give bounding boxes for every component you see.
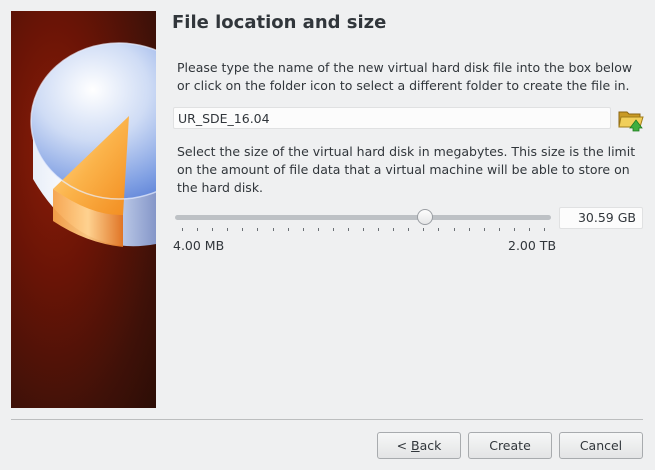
- slider-tick: [378, 228, 379, 231]
- hard-disk-graphic: [30, 42, 156, 247]
- size-max-label: 2.00 TB: [508, 238, 557, 253]
- choose-folder-button[interactable]: [617, 106, 645, 132]
- slider-tick: [393, 228, 394, 231]
- location-instructions: Please type the name of the new virtual …: [177, 60, 633, 93]
- slider-tick: [438, 228, 439, 231]
- slider-tick: [227, 228, 228, 231]
- disk-size-slider[interactable]: [174, 208, 552, 231]
- disk-size-field[interactable]: 30.59 GB: [559, 207, 643, 229]
- slider-tick: [273, 228, 274, 231]
- slider-tick: [469, 228, 470, 231]
- slider-tick: [423, 228, 424, 231]
- slider-tick: [257, 228, 258, 231]
- slider-tick: [333, 228, 334, 231]
- slider-tick: [212, 228, 213, 231]
- wizard-side-image: [11, 11, 156, 408]
- cancel-button[interactable]: Cancel: [559, 432, 643, 459]
- slider-tick: [182, 228, 183, 231]
- slider-tick: [363, 228, 364, 231]
- create-button[interactable]: Create: [468, 432, 552, 459]
- slider-tick: [408, 228, 409, 231]
- slider-tick: [454, 228, 455, 231]
- file-name-input[interactable]: [173, 107, 611, 129]
- size-min-label: 4.00 MB: [173, 238, 225, 253]
- slider-tick: [499, 228, 500, 231]
- slider-groove: [175, 215, 551, 220]
- slider-tick: [514, 228, 515, 231]
- size-instructions: Select the size of the virtual hard disk…: [177, 144, 636, 195]
- slider-tick: [484, 228, 485, 231]
- slider-tick: [348, 228, 349, 231]
- slider-tick: [288, 228, 289, 231]
- slider-tick: [544, 228, 545, 231]
- slider-tick: [242, 228, 243, 231]
- slider-tick: [318, 228, 319, 231]
- slider-tick: [303, 228, 304, 231]
- slider-tick: [529, 228, 530, 231]
- back-prefix: <: [396, 438, 412, 453]
- slider-handle[interactable]: [417, 209, 433, 225]
- button-divider: [11, 419, 643, 420]
- back-button[interactable]: < Back: [377, 432, 461, 459]
- page-title: File location and size: [172, 12, 387, 33]
- folder-open-icon: [618, 111, 644, 132]
- back-rest: ack: [419, 438, 442, 453]
- back-mnemonic: B: [411, 438, 420, 453]
- slider-tick: [197, 228, 198, 231]
